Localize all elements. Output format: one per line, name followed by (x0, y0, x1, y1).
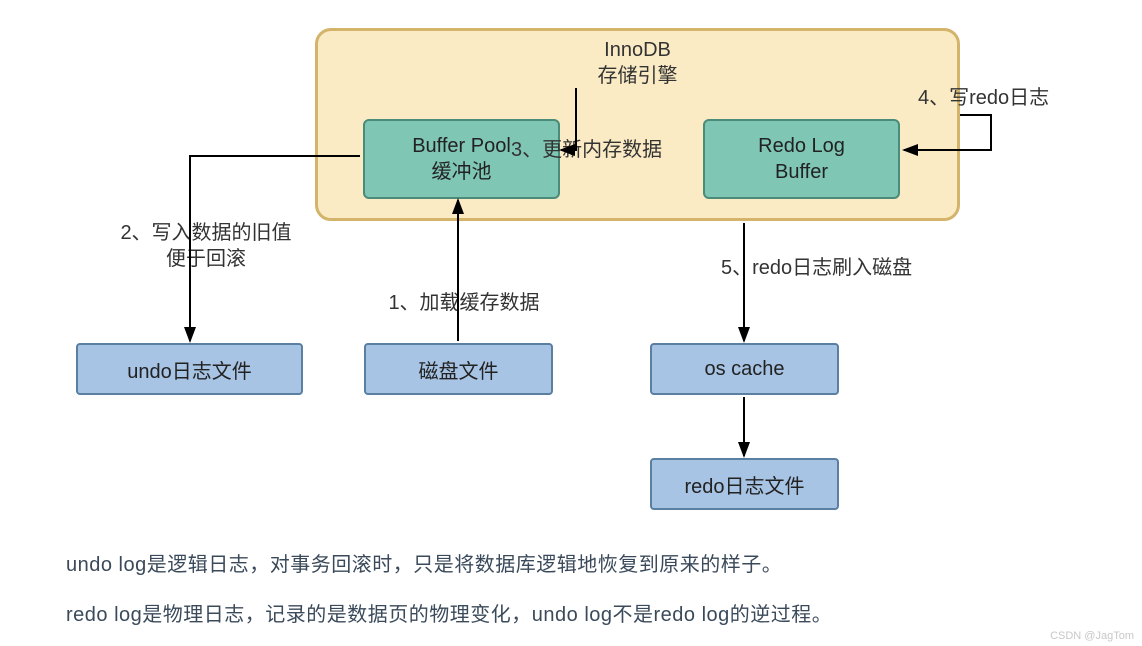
watermark: CSDN @JagTom (1050, 630, 1134, 642)
os-cache-label: os cache (704, 358, 784, 381)
step-2-l1: 2、写入数据的旧值 (120, 222, 291, 244)
paragraph-undo: undo log是逻辑日志，对事务回滚时，只是将数据库逻辑地恢复到原来的样子。 (66, 548, 782, 577)
redo-buf-l1: Redo Log (758, 133, 845, 159)
step-1-label: 1、加载缓存数据 (379, 290, 549, 316)
step-2-l2: 便于回滚 (166, 248, 246, 270)
step-2-label: 2、写入数据的旧值 便于回滚 (96, 220, 316, 272)
innodb-container: InnoDB 存储引擎 Buffer Pool 缓冲池 Redo Log Buf… (315, 28, 960, 221)
buffer-pool-l2: 缓冲池 (432, 159, 492, 185)
innodb-title-l1: InnoDB (604, 39, 671, 61)
innodb-diagram: InnoDB 存储引擎 Buffer Pool 缓冲池 Redo Log Buf… (66, 20, 1076, 520)
innodb-title-l2: 存储引擎 (598, 65, 678, 87)
buffer-pool-l1: Buffer Pool (412, 133, 511, 159)
redo-log-buffer-box: Redo Log Buffer (703, 119, 900, 199)
step-5-label: 5、redo日志刷入磁盘 (721, 255, 941, 281)
paragraph-redo: redo log是物理日志，记录的是数据页的物理变化，undo log不是red… (66, 598, 832, 627)
disk-file-label: 磁盘文件 (419, 355, 499, 384)
redo-file-label: redo日志文件 (684, 470, 804, 499)
disk-file-box: 磁盘文件 (364, 343, 553, 395)
step-3-label: 3、更新内存数据 (511, 137, 721, 163)
redo-log-file-box: redo日志文件 (650, 458, 839, 510)
step-4-label: 4、写redo日志 (918, 85, 1078, 111)
undo-log-file-box: undo日志文件 (76, 343, 303, 395)
redo-buf-l2: Buffer (775, 159, 828, 185)
os-cache-box: os cache (650, 343, 839, 395)
innodb-title: InnoDB 存储引擎 (318, 37, 957, 89)
undo-file-label: undo日志文件 (127, 355, 252, 384)
